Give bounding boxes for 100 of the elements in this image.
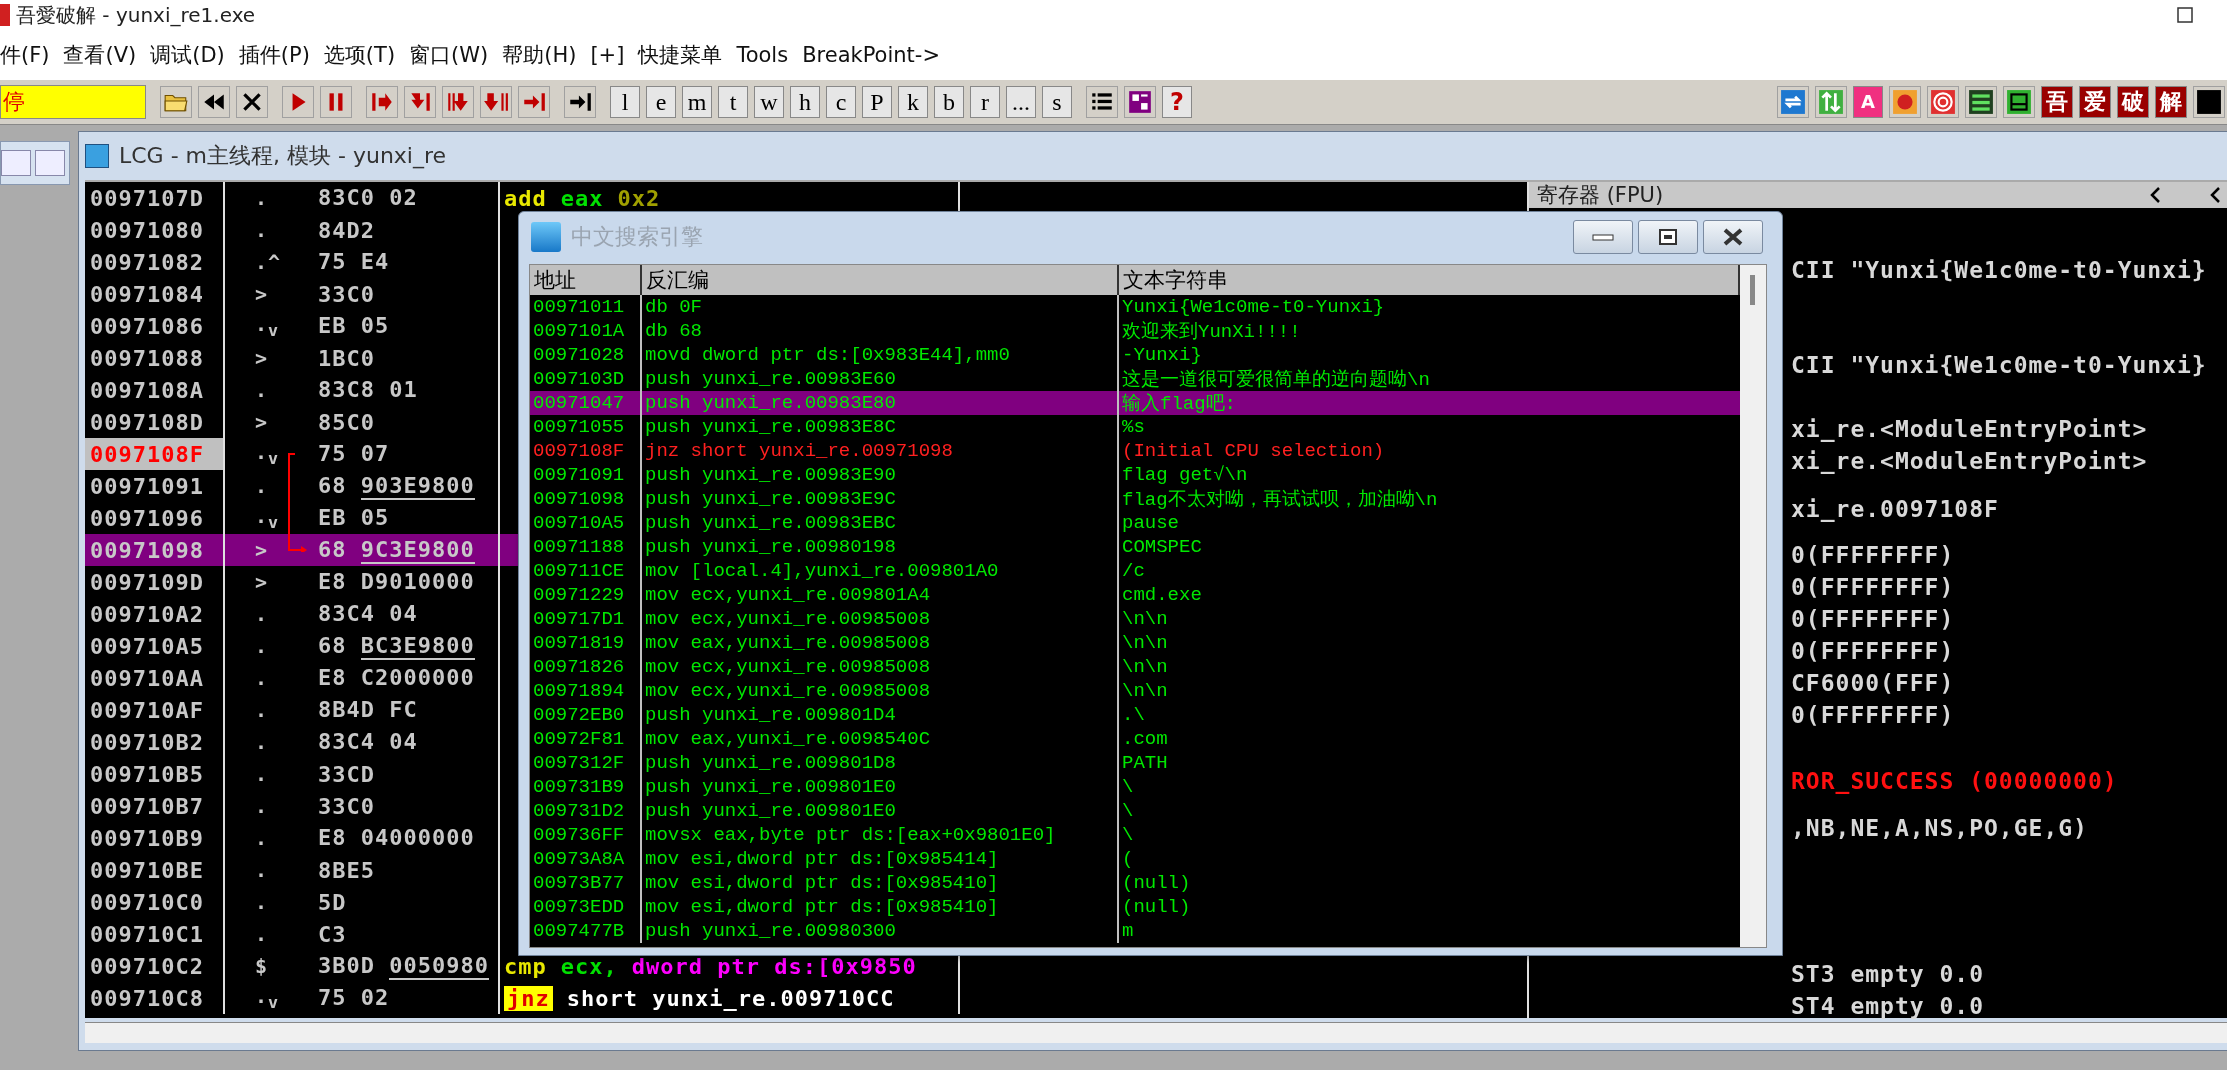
column-header[interactable]: 反汇编	[642, 265, 1119, 295]
square-icon[interactable]	[2193, 86, 2225, 118]
toolbar-button[interactable]: 吾	[2041, 86, 2073, 118]
step-into-icon[interactable]	[366, 86, 398, 118]
toolbar-button[interactable]: e	[646, 86, 676, 118]
column-header[interactable]: 地址	[530, 265, 642, 295]
result-row[interactable]: 00971047 push yunxi_re.00983E80 输入flag吧:	[530, 391, 1740, 415]
result-row[interactable]: 00971098 push yunxi_re.00983E9C flag不太对呦，再试试呗，加油呦\n	[530, 487, 1740, 511]
result-row[interactable]: 0097108F jnz short yunxi_re.00971098 (Initial CPU selection)	[530, 439, 1740, 463]
maximize-icon[interactable]	[2177, 7, 2193, 23]
result-row[interactable]: 00971091 push yunxi_re.00983E90 flag get√\n	[530, 463, 1740, 487]
result-row[interactable]: 00973EDD mov esi,dword ptr ds:[0x985410] (null)	[530, 895, 1740, 919]
menu-item[interactable]: 窗口(W)	[409, 37, 503, 73]
result-row[interactable]: 009717D1 mov ecx,yunxi_re.00985008 \n\n	[530, 607, 1740, 631]
hex-cell-text: 33CD	[317, 761, 375, 787]
toolbar-button[interactable]: c	[826, 86, 856, 118]
result-row[interactable]: 00971028 movd dword ptr ds:[0x983E44],mm0 -Yunxi}	[530, 343, 1740, 367]
register-text: CF6000(FFF)	[1791, 670, 1955, 696]
toolbar-button[interactable]: s	[1042, 86, 1072, 118]
play-icon[interactable]	[282, 86, 314, 118]
result-row[interactable]: 00972EB0 push yunxi_re.009801D4 .\	[530, 703, 1740, 727]
result-row[interactable]: 009731B9 push yunxi_re.009801E0 \	[530, 775, 1740, 799]
trace-over-icon[interactable]	[480, 86, 512, 118]
menu-item[interactable]: 件(F)	[0, 37, 64, 73]
toolbar-button[interactable]: A	[1853, 86, 1883, 118]
trace-into-icon[interactable]	[442, 86, 474, 118]
toolbar-button[interactable]: P	[862, 86, 892, 118]
pause-icon[interactable]	[320, 86, 352, 118]
swap-icon[interactable]	[1815, 86, 1847, 118]
list-icon[interactable]	[1086, 86, 1118, 118]
string-cell-text: \n\n	[1121, 607, 1169, 631]
result-row[interactable]: 00973B77 mov esi,dword ptr ds:[0x985410] (null)	[530, 871, 1740, 895]
menu-item[interactable]: 快捷菜单	[638, 37, 737, 73]
step-over-icon[interactable]	[404, 86, 436, 118]
result-row[interactable]: 009711CE mov [local.4],yunxi_re.009801A0 /c	[530, 559, 1740, 583]
result-row[interactable]: 0097312F push yunxi_re.009801D8 PATH	[530, 751, 1740, 775]
record-icon[interactable]	[1889, 86, 1921, 118]
result-row[interactable]: 0097101A db 68 欢迎来到YunXi!!!!	[530, 319, 1740, 343]
register-text: xi_re.<ModuleEntryPoint>	[1791, 416, 2148, 442]
menu-item[interactable]: 帮助(H)	[502, 37, 591, 73]
binary-icon[interactable]	[1965, 86, 1997, 118]
menu-item[interactable]: 查看(V)	[63, 37, 151, 73]
toolbar-button[interactable]: l	[610, 86, 640, 118]
help-button[interactable]: ?	[1162, 86, 1192, 118]
toolbar-button[interactable]: m	[682, 86, 712, 118]
maximize-button[interactable]	[1638, 220, 1698, 254]
target-icon[interactable]	[1927, 86, 1959, 118]
result-row[interactable]: 00972F81 mov eax,yunxi_re.0098540C .com	[530, 727, 1740, 751]
flag-text: $	[254, 954, 270, 978]
menu-item[interactable]: 调试(D)	[150, 37, 239, 73]
toolbar-button[interactable]: k	[898, 86, 928, 118]
result-row[interactable]: 00971011 db 0F Yunxi{We1c0me-t0-Yunxi}	[530, 295, 1740, 319]
toolbar-button[interactable]: 破	[2117, 86, 2149, 118]
address-cell: 009717D1	[530, 607, 642, 631]
result-row[interactable]: 0097477B push yunxi_re.00980300 m	[530, 919, 1740, 943]
toolbar-button[interactable]: 爱	[2079, 86, 2111, 118]
close-icon[interactable]	[236, 86, 268, 118]
result-row[interactable]: 00971826 mov ecx,yunxi_re.00985008 \n\n	[530, 655, 1740, 679]
window-title: 吾愛破解 - yunxi_re1.exe	[16, 1, 256, 29]
folder-icon[interactable]	[160, 86, 192, 118]
toolbar-button[interactable]: w	[754, 86, 784, 118]
toolbar-button[interactable]: r	[970, 86, 1000, 118]
result-row[interactable]: 009736FF movsx eax,byte ptr ds:[eax+0x9801E0] \	[530, 823, 1740, 847]
refresh-icon[interactable]	[1777, 86, 1809, 118]
toolbar-button[interactable]: 解	[2155, 86, 2187, 118]
toolbar-button[interactable]: b	[934, 86, 964, 118]
result-row[interactable]: 00971055 push yunxi_re.00983E8C %s	[530, 415, 1740, 439]
disassembly-cell: movd dword ptr ds:[0x983E44],mm0	[642, 343, 1119, 367]
toolbar-button[interactable]: t	[718, 86, 748, 118]
goto-icon[interactable]	[564, 86, 596, 118]
menu-item[interactable]: 选项(T)	[323, 37, 410, 73]
result-row[interactable]: 00971894 mov ecx,yunxi_re.00985008 \n\n	[530, 679, 1740, 703]
result-row[interactable]: 00971229 mov ecx,yunxi_re.009801A4 cmd.exe	[530, 583, 1740, 607]
window-icon	[531, 222, 561, 252]
panel-icon[interactable]	[2003, 86, 2035, 118]
address-cell: 00971055	[530, 415, 642, 439]
string-cell-text: flag get√\n	[1121, 463, 1249, 487]
close-button[interactable]	[1703, 220, 1763, 254]
minimize-button[interactable]	[1573, 220, 1633, 254]
toolbar-button[interactable]: h	[790, 86, 820, 118]
address-cell: 009731B9	[530, 775, 642, 799]
scrollbar[interactable]	[1740, 265, 1766, 947]
disassembly-cell: push yunxi_re.00983E8C	[642, 415, 1119, 439]
menu-item[interactable]: Tools	[736, 39, 803, 71]
address-cell: 0097108A	[85, 374, 225, 406]
return-icon[interactable]	[518, 86, 550, 118]
toolbar-button[interactable]: ...	[1006, 86, 1036, 118]
windows-icon[interactable]	[1124, 86, 1156, 118]
menu-item[interactable]: 插件(P)	[238, 37, 324, 73]
result-row[interactable]: 009731D2 push yunxi_re.009801E0 \	[530, 799, 1740, 823]
menu-item[interactable]: BreakPoint->	[802, 39, 954, 71]
result-row[interactable]: 009710A5 push yunxi_re.00983EBC pause	[530, 511, 1740, 535]
result-row[interactable]: 00973A8A mov esi,dword ptr ds:[0x985414] (	[530, 847, 1740, 871]
result-row[interactable]: 00971819 mov eax,yunxi_re.00985008 \n\n	[530, 631, 1740, 655]
minimized-window[interactable]	[0, 141, 70, 185]
address-cell: 00971047	[530, 391, 642, 415]
string-cell-text: 欢迎来到YunXi!!!!	[1121, 320, 1302, 343]
result-row[interactable]: 00971188 push yunxi_re.00980198 COMSPEC	[530, 535, 1740, 559]
disassembly-cell: jnz short yunxi_re.00971098	[642, 439, 1119, 463]
rewind-icon[interactable]	[198, 86, 230, 118]
